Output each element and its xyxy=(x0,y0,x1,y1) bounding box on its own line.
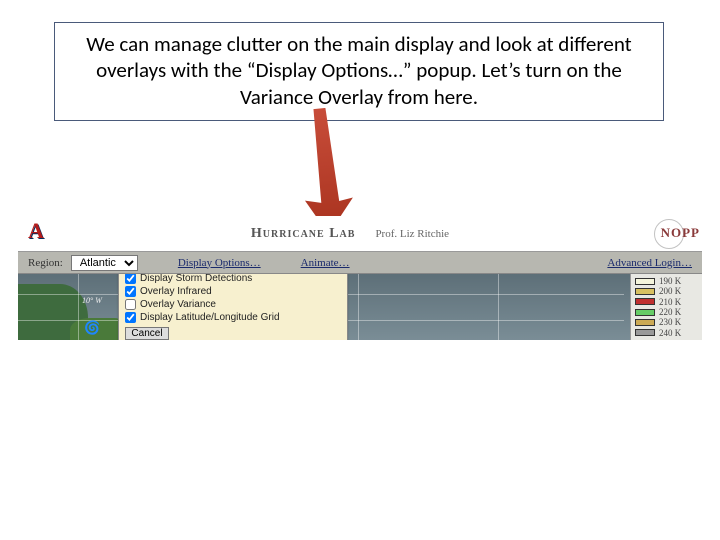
opt-label: Overlay Variance xyxy=(140,299,216,310)
swatch xyxy=(635,329,655,336)
swatch xyxy=(635,319,655,326)
opt-label: Display Storm Detections xyxy=(140,274,252,284)
hurricane-icon: 🌀 xyxy=(84,320,100,336)
color-legend: 190 K 200 K 210 K 220 K 230 K 240 K xyxy=(630,274,702,340)
swatch xyxy=(635,278,655,285)
swatch xyxy=(635,288,655,295)
legend-row: 190 K xyxy=(635,276,698,286)
opt-display-grid[interactable]: Display Latitude/Longitude Grid xyxy=(125,312,341,323)
swatch xyxy=(635,309,655,316)
checkbox-storm-detections[interactable] xyxy=(125,274,136,284)
animate-link[interactable]: Animate… xyxy=(301,257,350,269)
region-select[interactable]: Atlantic xyxy=(71,255,138,271)
display-options-link[interactable]: Display Options… xyxy=(178,257,261,269)
checkbox-grid[interactable] xyxy=(125,312,136,323)
advanced-login-link[interactable]: Advanced Login… xyxy=(607,257,692,269)
instruction-caption: We can manage clutter on the main displa… xyxy=(54,22,664,121)
checkbox-variance[interactable] xyxy=(125,299,136,310)
lat-label: 10° W xyxy=(82,296,102,305)
swatch xyxy=(635,298,655,305)
legend-row: 200 K xyxy=(635,286,698,296)
legend-row: 240 K xyxy=(635,328,698,338)
region-label: Region: xyxy=(28,257,63,269)
map-area: 10° W 🌀 Display Storm Detections Overlay… xyxy=(18,274,702,340)
cancel-button[interactable]: Cancel xyxy=(125,327,169,340)
nopp-logo: NOPP xyxy=(650,218,698,250)
legend-row: 230 K xyxy=(635,317,698,327)
app-title: Hurricane Lab xyxy=(251,226,356,242)
toolbar: Region: Atlantic Display Options… Animat… xyxy=(18,252,702,274)
display-options-popup: Display Storm Detections Overlay Infrare… xyxy=(118,274,348,340)
legend-row: 220 K xyxy=(635,307,698,317)
opt-label: Overlay Infrared xyxy=(140,286,212,297)
professor-name: Prof. Liz Ritchie xyxy=(375,228,449,240)
opt-overlay-infrared[interactable]: Overlay Infrared xyxy=(125,286,341,297)
checkbox-infrared[interactable] xyxy=(125,286,136,297)
opt-label: Display Latitude/Longitude Grid xyxy=(140,312,280,323)
arizona-logo: A xyxy=(22,220,50,248)
app-header: A Hurricane Lab Prof. Liz Ritchie NOPP xyxy=(18,216,702,252)
legend-row: 210 K xyxy=(635,297,698,307)
app-window: A Hurricane Lab Prof. Liz Ritchie NOPP R… xyxy=(18,216,702,340)
opt-display-storm-detections[interactable]: Display Storm Detections xyxy=(125,274,341,284)
opt-overlay-variance[interactable]: Overlay Variance xyxy=(125,299,341,310)
